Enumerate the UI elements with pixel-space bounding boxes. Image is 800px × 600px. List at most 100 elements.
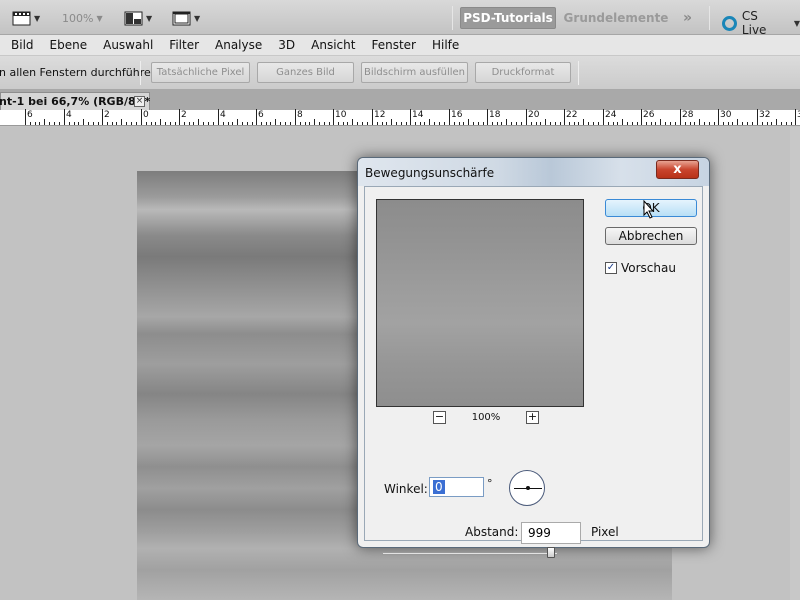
ruler-minor-tick xyxy=(429,119,430,125)
ruler-minor-tick xyxy=(367,122,368,125)
ruler-minor-tick xyxy=(406,122,407,125)
distance-value: 999 xyxy=(528,526,551,540)
menu-analyse[interactable]: Analyse xyxy=(215,38,262,52)
ruler-major-tick xyxy=(372,109,373,125)
ruler-minor-tick xyxy=(627,122,628,125)
chevron-down-icon: ▼ xyxy=(793,18,800,28)
ruler-minor-tick xyxy=(352,119,353,125)
ruler-label: 20 xyxy=(528,110,540,120)
ruler-label: 18 xyxy=(489,110,501,120)
ruler-major-tick xyxy=(141,109,142,125)
menu-auswahl[interactable]: Auswahl xyxy=(103,38,153,52)
divider xyxy=(578,61,579,85)
ruler-major-tick xyxy=(410,109,411,125)
distance-slider-thumb[interactable] xyxy=(547,547,555,558)
document-tab-bar: nt-1 bei 66,7% (RGB/8) * × xyxy=(0,90,800,110)
actual-pixels-button[interactable]: Tatsächliche Pixel xyxy=(151,62,250,83)
ruler-minor-tick xyxy=(357,122,358,125)
angle-input[interactable]: 0 xyxy=(429,477,484,497)
screen-mode-button[interactable]: ▼ xyxy=(172,9,200,27)
workspace-grundelemente-button[interactable]: Grundelemente xyxy=(564,7,669,29)
ruler-minor-tick xyxy=(420,122,421,125)
ruler-minor-tick xyxy=(468,119,469,125)
ruler-major-tick xyxy=(603,109,604,125)
ruler-minor-tick xyxy=(319,122,320,125)
menu-3d[interactable]: 3D xyxy=(278,38,295,52)
cs-live-icon xyxy=(722,15,737,31)
ruler-minor-tick xyxy=(30,122,31,125)
vertical-scrollbar[interactable] xyxy=(790,127,800,600)
arrange-documents-button[interactable]: ▼ xyxy=(124,9,152,27)
ruler-minor-tick xyxy=(483,122,484,125)
angle-dial[interactable] xyxy=(509,470,545,506)
fill-screen-button[interactable]: Bildschirm ausfüllen xyxy=(361,62,468,83)
preview-zoom-value: 100% xyxy=(471,412,501,423)
distance-input[interactable]: 999 xyxy=(521,522,581,544)
menu-bild[interactable]: Bild xyxy=(11,38,34,52)
menu-fenster[interactable]: Fenster xyxy=(371,38,416,52)
application-bar: ▼ 100% ▼ ▼ ▼ PSD-Tutorials Grundelemente… xyxy=(0,0,800,37)
preview-checkbox[interactable]: ✓ xyxy=(605,262,617,274)
ruler-minor-tick xyxy=(386,122,387,125)
menu-ebene[interactable]: Ebene xyxy=(50,38,88,52)
horizontal-ruler: 6420246810121416182022242628303234 xyxy=(0,109,800,126)
ruler-label: 10 xyxy=(335,110,347,120)
ruler-minor-tick xyxy=(781,122,782,125)
ruler-minor-tick xyxy=(160,119,161,125)
fit-screen-button[interactable]: Ganzes Bild xyxy=(257,62,354,83)
ruler-minor-tick xyxy=(665,122,666,125)
distance-slider[interactable] xyxy=(382,552,558,555)
ruler-minor-tick xyxy=(473,122,474,125)
ruler-minor-tick xyxy=(776,119,777,125)
workspace-psd-tutorials-button[interactable]: PSD-Tutorials xyxy=(460,7,556,29)
ruler-minor-tick xyxy=(593,122,594,125)
zoom-in-button[interactable]: + xyxy=(526,411,539,424)
ruler-minor-tick xyxy=(121,119,122,125)
ruler-minor-tick xyxy=(545,119,546,125)
ruler-minor-tick xyxy=(382,122,383,125)
ruler-minor-tick xyxy=(655,122,656,125)
motion-blur-dialog: Bewegungsunschärfe x − 100% + Winkel: 0 … xyxy=(357,157,710,558)
close-icon[interactable]: × xyxy=(134,96,145,107)
ruler-minor-tick xyxy=(646,122,647,125)
dialog-title: Bewegungsunschärfe xyxy=(365,166,495,180)
ruler-minor-tick xyxy=(338,122,339,125)
ruler-minor-tick xyxy=(550,122,551,125)
ruler-minor-tick xyxy=(578,122,579,125)
ruler-minor-tick xyxy=(536,122,537,125)
film-strip-icon xyxy=(12,11,31,25)
zoom-level-dropdown[interactable]: 100% ▼ xyxy=(62,9,103,27)
dialog-title-bar[interactable]: Bewegungsunschärfe x xyxy=(358,158,709,186)
menu-filter[interactable]: Filter xyxy=(169,38,199,52)
zoom-out-button[interactable]: − xyxy=(433,411,446,424)
ruler-minor-tick xyxy=(685,122,686,125)
print-size-button[interactable]: Druckformat xyxy=(475,62,571,83)
menu-hilfe[interactable]: Hilfe xyxy=(432,38,459,52)
ruler-minor-tick xyxy=(694,122,695,125)
scroll-all-windows-option[interactable]: n allen Fenstern durchführen xyxy=(0,66,158,79)
ruler-minor-tick xyxy=(74,122,75,125)
close-button[interactable]: x xyxy=(656,160,699,179)
ruler-major-tick xyxy=(526,109,527,125)
document-tab[interactable]: nt-1 bei 66,7% (RGB/8) * × xyxy=(0,92,150,110)
ruler-minor-tick xyxy=(699,119,700,125)
ruler-minor-tick xyxy=(193,122,194,125)
divider xyxy=(709,6,710,30)
ruler-minor-tick xyxy=(126,122,127,125)
ruler-label: 24 xyxy=(605,110,617,120)
ruler-minor-tick xyxy=(184,122,185,125)
ruler-major-tick xyxy=(795,109,796,125)
ruler-label: 12 xyxy=(374,110,386,120)
menu-ansicht[interactable]: Ansicht xyxy=(311,38,355,52)
preview-checkbox-row[interactable]: ✓ Vorschau xyxy=(605,261,676,275)
ruler-minor-tick xyxy=(228,122,229,125)
cancel-button[interactable]: Abbrechen xyxy=(605,227,697,245)
launch-bridge-button[interactable]: ▼ xyxy=(12,9,40,27)
ruler-minor-tick xyxy=(728,122,729,125)
more-workspaces-button[interactable]: » xyxy=(676,7,696,29)
filter-preview[interactable] xyxy=(376,199,584,407)
ruler-label: 26 xyxy=(643,110,655,120)
ruler-label: 22 xyxy=(566,110,578,120)
ruler-minor-tick xyxy=(88,122,89,125)
cs-live-button[interactable]: CS Live ▼ xyxy=(722,9,800,37)
